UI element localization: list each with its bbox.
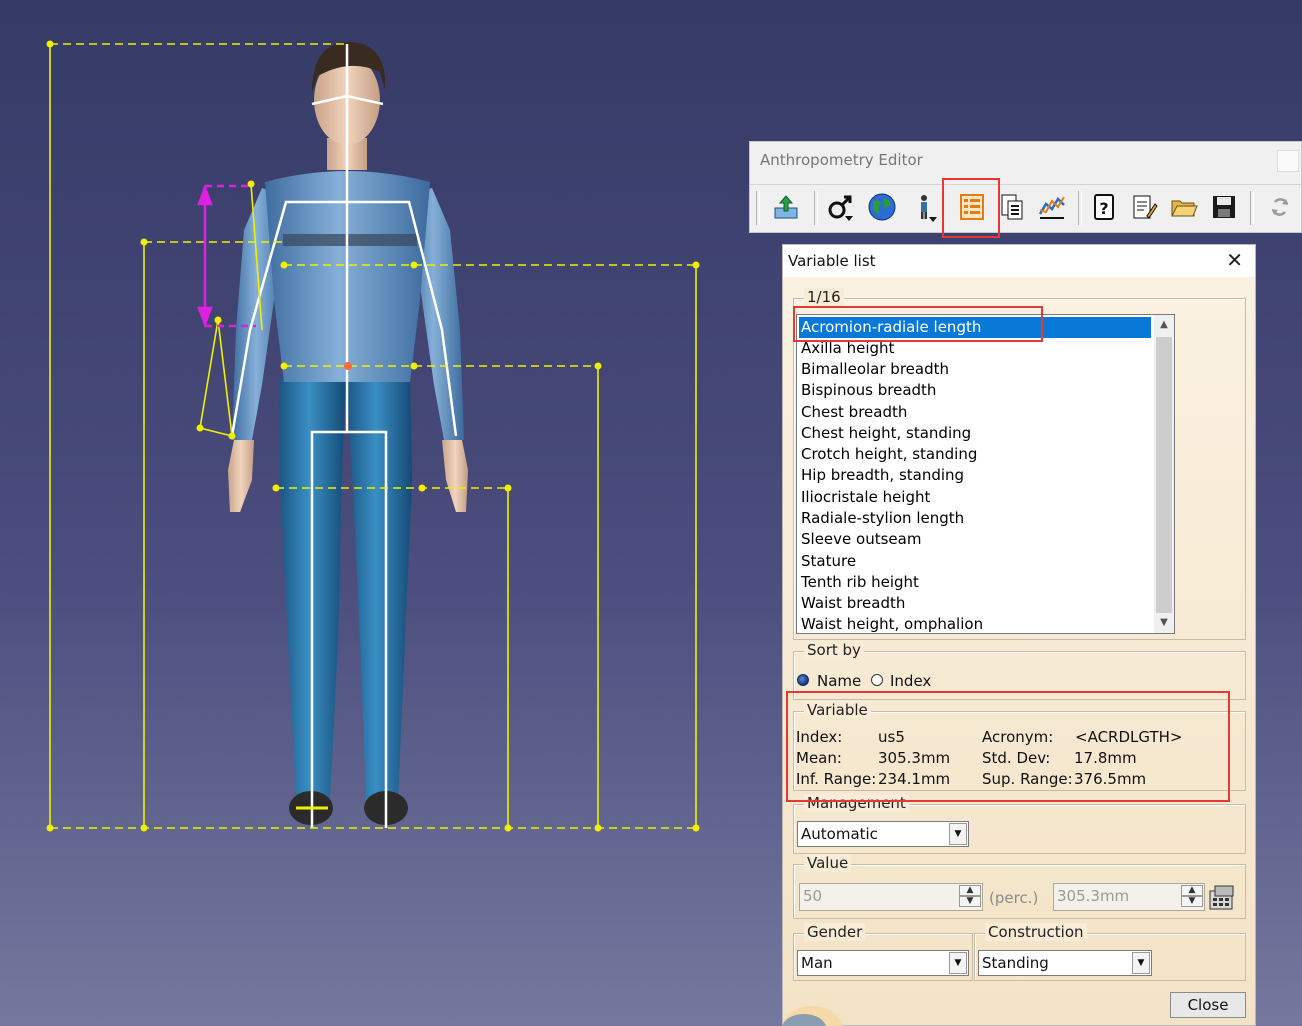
sort-index-radio[interactable] [871,674,883,686]
population-icon[interactable] [864,189,900,225]
construction-label: Construction [985,923,1087,941]
chevron-down-icon[interactable]: ▼ [1132,952,1150,974]
export-icon[interactable] [768,189,804,225]
variable-listbox[interactable]: Acromion-radiale length Axilla height Bi… [796,314,1175,634]
list-item[interactable]: Hip breadth, standing [799,465,964,486]
sort-by-label: Sort by [804,641,864,659]
list-item[interactable]: Iliocristale height [799,487,930,508]
list-item[interactable]: Bimalleolar breadth [799,359,949,380]
list-item[interactable]: Stature [799,551,856,572]
list-item[interactable]: Waist breadth [799,593,905,614]
percentile-stepper[interactable]: ▲ ▼ [959,885,981,909]
gender-value: Man [801,954,833,972]
anthropometry-toolbar: ? [750,184,1302,233]
highlight-variable-list-icon [942,178,1000,238]
window-close-button[interactable] [1277,150,1299,172]
sort-name-label: Name [817,672,862,690]
manikin-right-hand [442,440,468,512]
management-select[interactable]: Automatic ▼ [797,821,969,847]
list-scrollbar[interactable]: ▲ ▼ [1154,315,1174,633]
toolbar-separator [1250,191,1254,225]
perc-label: (perc.) [989,889,1039,907]
list-item[interactable]: Chest height, standing [799,423,971,444]
dialog-titlebar: Variable list ✕ [783,245,1255,277]
help-icon[interactable]: ? [1086,189,1122,225]
sort-name-radio[interactable] [797,674,809,686]
edit-icon[interactable] [1126,189,1162,225]
toolbar-separator [814,191,818,225]
percentile-value: 50 [803,887,823,905]
list-item[interactable]: Crotch height, standing [799,444,977,465]
center-point [344,362,352,370]
gender-label: Gender [804,923,866,941]
sort-index-label: Index [890,672,932,690]
highlight-selected-item [793,306,1043,342]
close-button[interactable]: Close [1170,992,1246,1018]
close-x-icon[interactable]: ✕ [1226,248,1243,272]
chart-icon[interactable] [1034,189,1070,225]
list-item[interactable]: Bispinous breadth [799,380,936,401]
construction-value: Standing [982,954,1049,972]
highlight-variable-info [786,691,1230,802]
gender-icon[interactable] [822,189,858,225]
page-indicator: 1/16 [804,288,844,306]
refresh-icon[interactable] [1262,189,1298,225]
list-item[interactable]: Radiale-stylion length [799,508,964,529]
scroll-up-icon[interactable]: ▲ [1154,315,1174,335]
list-item[interactable]: Tenth rib height [799,572,919,593]
list-item[interactable]: Sleeve outseam [799,529,921,550]
save-icon[interactable] [1206,189,1242,225]
manikin-left-hand [228,440,254,512]
gender-select[interactable]: Man ▼ [797,950,969,976]
percentile-spinner[interactable]: 50 ▲ ▼ [799,883,983,911]
measure-value: 305.3mm [1057,887,1130,905]
value-label: Value [804,854,852,872]
manikin-chest-band [283,234,417,246]
construction-select[interactable]: Standing ▼ [978,950,1152,976]
management-value: Automatic [801,825,878,843]
anthropometry-editor-title: Anthropometry Editor [760,151,923,169]
toolbar-separator [1078,191,1082,225]
manikin-posture-icon[interactable] [906,189,942,225]
scrollbar-thumb[interactable] [1156,337,1172,613]
dialog-title: Variable list [788,252,876,270]
chevron-down-icon[interactable]: ▼ [949,823,967,845]
measure-spinner[interactable]: 305.3mm ▲ ▼ [1053,883,1205,911]
calculator-icon[interactable] [1207,883,1237,913]
list-item[interactable]: Chest breadth [799,402,907,423]
toolbar-separator [756,191,760,225]
open-folder-icon[interactable] [1166,189,1202,225]
measure-stepper[interactable]: ▲ ▼ [1181,885,1203,909]
manikin-right-leg [346,378,412,800]
svg-text:?: ? [1099,199,1108,218]
chevron-down-icon[interactable]: ▼ [949,952,967,974]
list-item[interactable]: Waist height, omphalion [799,614,983,633]
scroll-down-icon[interactable]: ▼ [1154,613,1174,633]
anthropometry-editor-window: Anthropometry Editor ? [749,141,1302,233]
app-logo-icon [782,1006,842,1026]
